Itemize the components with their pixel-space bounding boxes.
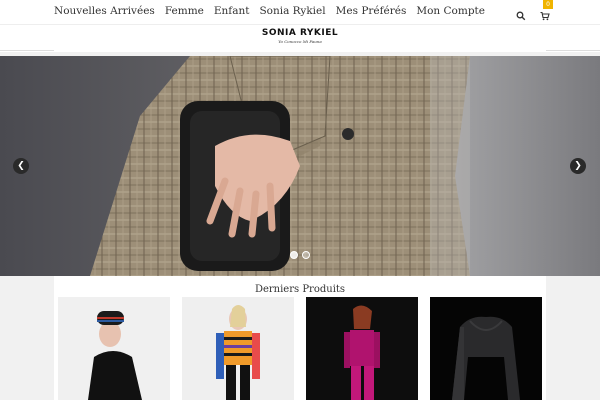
nav-item-enfant[interactable]: Enfant (214, 5, 250, 17)
nav-item-mes-preferes[interactable]: Mes Préférés (336, 5, 407, 17)
brand-logo[interactable]: SONIA RYKIEL (0, 28, 600, 38)
hero-image (0, 56, 600, 276)
nav-item-femme[interactable]: Femme (165, 5, 204, 17)
product-image (182, 297, 294, 400)
product-image (306, 297, 418, 400)
divider-left (0, 50, 54, 51)
section-title: Derniers Produits (254, 284, 346, 295)
nav-item-nouvelles-arrivees[interactable]: Nouvelles Arrivées (54, 5, 155, 17)
product-card[interactable] (430, 297, 542, 400)
hero-slider[interactable]: ❮ ❯ (0, 56, 600, 276)
brand-tagline: Yo Conozco Mi Fauna (278, 39, 322, 44)
top-navbar: Nouvelles Arrivées Femme Enfant Sonia Ry… (0, 0, 600, 24)
main-nav: Nouvelles Arrivées Femme Enfant Sonia Ry… (54, 5, 485, 17)
nav-item-sonia-rykiel[interactable]: Sonia Rykiel (259, 5, 325, 17)
product-image (58, 297, 170, 400)
slider-dot-1[interactable] (290, 251, 298, 259)
product-image (430, 297, 542, 400)
product-card[interactable] (182, 297, 294, 400)
product-card[interactable] (306, 297, 418, 400)
cart-count-badge: 0 (543, 0, 553, 9)
logo-band: SONIA RYKIEL Yo Conozco Mi Fauna (0, 24, 600, 52)
divider-right (546, 50, 600, 51)
chevron-right-icon[interactable]: ❯ (570, 158, 586, 174)
product-card[interactable] (58, 297, 170, 400)
nav-item-mon-compte[interactable]: Mon Compte (416, 5, 485, 17)
latest-products-section: Derniers Produits (54, 276, 546, 400)
chevron-left-icon[interactable]: ❮ (13, 158, 29, 174)
slider-dot-2[interactable] (302, 251, 310, 259)
slider-pagination (290, 251, 310, 259)
search-icon[interactable] (516, 6, 526, 21)
